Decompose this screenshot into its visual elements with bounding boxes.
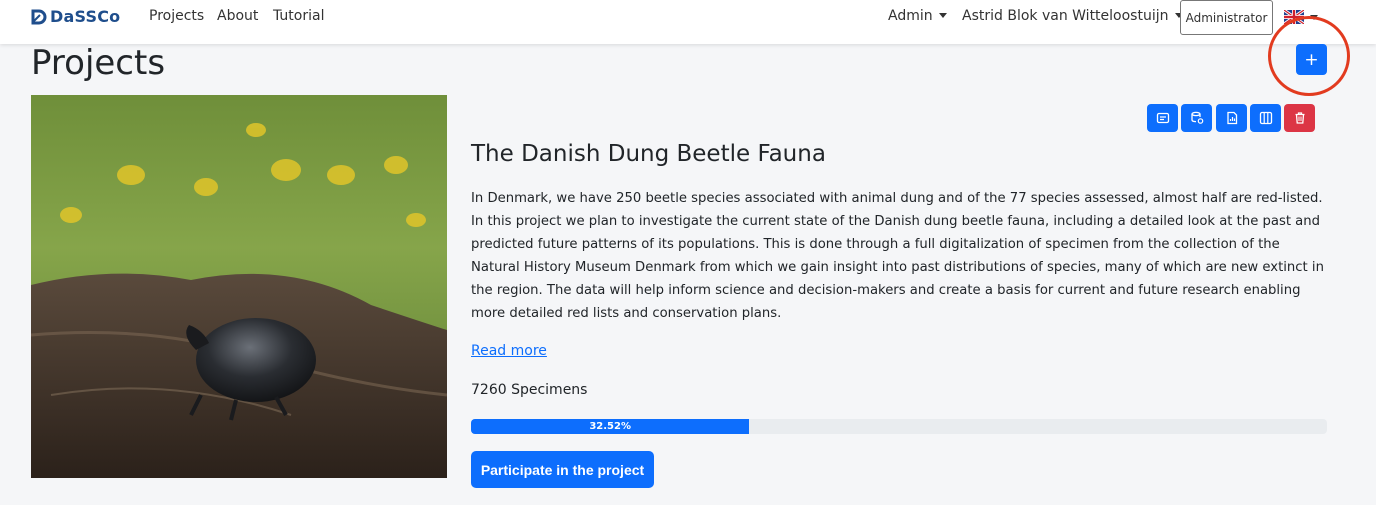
project-title: The Danish Dung Beetle Fauna [471,141,826,167]
progress-bar: 32.52% [471,419,750,434]
brand-name: DaSSCo [50,7,121,26]
language-selector[interactable] [1284,10,1318,24]
columns-button[interactable] [1250,104,1281,132]
chevron-down-icon [1310,14,1318,20]
edit-text-icon [1156,112,1169,124]
uk-flag-icon [1284,10,1304,24]
delete-button[interactable] [1284,104,1315,132]
navbar: DaSSCo Projects About Tutorial Admin Ast… [0,0,1376,44]
report-icon [1226,111,1237,125]
admin-menu-label: Admin [888,8,933,24]
participate-button[interactable]: Participate in the project [471,451,654,488]
progress-track: 32.52% [471,419,1327,434]
nav-tutorial[interactable]: Tutorial [273,8,324,24]
read-more-link[interactable]: Read more [471,343,547,359]
brand-mark-icon [31,9,47,24]
role-badge[interactable]: Administrator [1180,0,1273,35]
report-button[interactable] [1216,104,1247,132]
admin-menu[interactable]: Admin [888,8,947,24]
database-button[interactable] [1181,104,1212,132]
edit-text-button[interactable] [1147,104,1178,132]
columns-icon [1259,111,1272,125]
nav-projects[interactable]: Projects [149,8,204,24]
nav-about[interactable]: About [217,8,258,24]
brand-logo[interactable]: DaSSCo [31,7,120,26]
add-project-button[interactable]: + [1296,44,1327,75]
specimen-count: 7260 Specimens [471,382,588,398]
page-title: Projects [31,43,166,83]
trash-icon [1295,112,1304,124]
user-menu[interactable]: Astrid Blok van Witteloostuijn [962,8,1183,24]
database-icon [1190,111,1203,124]
project-description: In Denmark, we have 250 beetle species a… [471,191,1324,321]
project-image [31,95,447,478]
user-menu-label: Astrid Blok van Witteloostuijn [962,8,1169,24]
chevron-down-icon [938,13,947,18]
